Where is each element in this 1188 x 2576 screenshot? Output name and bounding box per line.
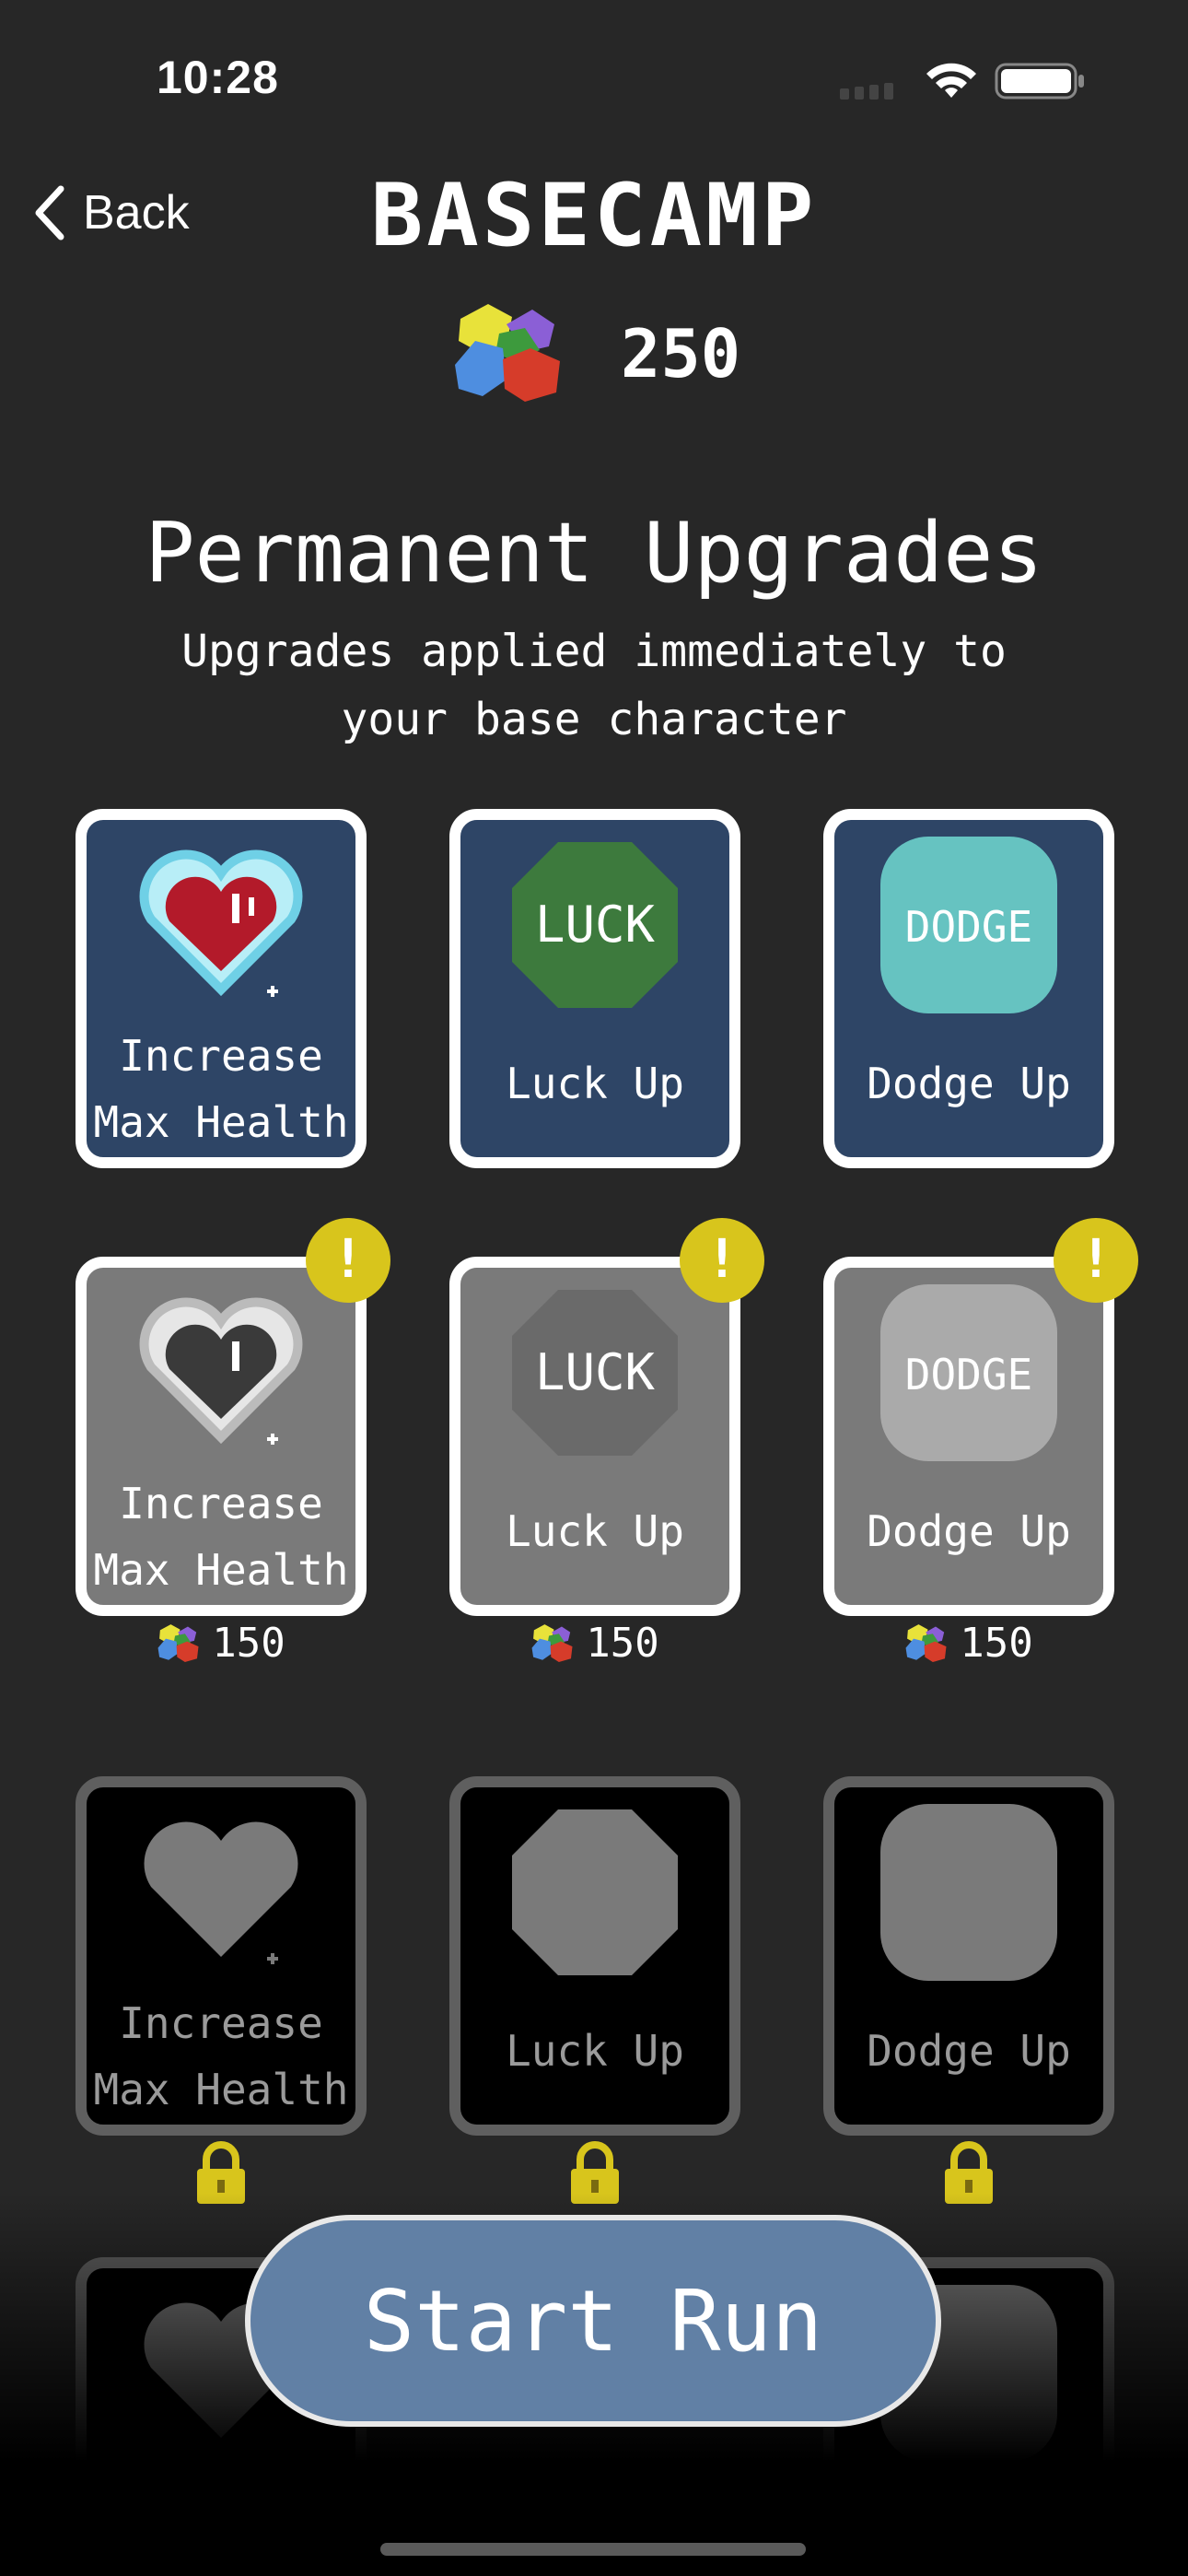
gems-icon xyxy=(157,1623,199,1662)
wifi-icon xyxy=(926,63,976,98)
heart-icon xyxy=(139,1297,303,1445)
svg-text:!: ! xyxy=(706,1227,739,1290)
luck-icon: LUCK xyxy=(512,1290,678,1456)
dodge-icon xyxy=(880,1804,1057,1981)
luck-icon xyxy=(512,1809,678,1975)
currency-value: 250 xyxy=(621,315,741,392)
card-label: Increase Max Health xyxy=(93,1998,349,2114)
card-label: Dodge Up xyxy=(867,1506,1071,1556)
heart-icon xyxy=(144,1821,298,1964)
gems-icon xyxy=(905,1623,947,1662)
home-indicator[interactable] xyxy=(380,2543,806,2556)
svg-text:!: ! xyxy=(1080,1227,1112,1290)
upgrade-card-luck-locked[interactable]: Luck Up xyxy=(449,1776,740,2136)
dodge-icon: DODGE xyxy=(880,1284,1057,1461)
alert-badge-icon: ! xyxy=(680,1218,764,1303)
card-label: Luck Up xyxy=(506,1506,684,1556)
card-label: Luck Up xyxy=(506,1059,684,1108)
page-title: BASECAMP xyxy=(370,166,818,266)
dodge-icon-text: DODGE xyxy=(905,1350,1032,1399)
alert-badge-icon: ! xyxy=(306,1218,390,1303)
status-time: 10:28 xyxy=(157,52,279,103)
status-bar: 10:28 xyxy=(0,0,1188,138)
luck-icon-text: LUCK xyxy=(535,1343,656,1401)
upgrade-card-dodge-owned[interactable]: DODGE Dodge Up xyxy=(823,809,1114,1168)
currency-display: 250 xyxy=(451,300,740,407)
card-label: Luck Up xyxy=(506,2026,684,2076)
dodge-icon-text: DODGE xyxy=(905,902,1032,952)
upgrade-card-max-health-available[interactable]: Increase Max Health xyxy=(76,1257,367,1616)
card-label: Dodge Up xyxy=(867,1059,1071,1108)
gems-icon xyxy=(531,1623,573,1662)
price-tag: 150 xyxy=(823,1620,1114,1667)
price-value: 150 xyxy=(960,1620,1033,1667)
price-value: 150 xyxy=(586,1620,659,1667)
upgrade-card-luck-owned[interactable]: LUCK Luck Up xyxy=(449,809,740,1168)
svg-text:!: ! xyxy=(332,1227,365,1290)
gems-icon xyxy=(455,304,560,402)
alert-badge-icon: ! xyxy=(1054,1218,1138,1303)
card-label: Increase Max Health xyxy=(93,1031,349,1147)
upgrade-card-max-health-locked[interactable]: Increase Max Health xyxy=(76,1776,367,2136)
upgrade-card-max-health-owned[interactable]: Increase Max Health xyxy=(76,809,367,1168)
card-label: Increase Max Health xyxy=(93,1479,349,1595)
upgrade-card-luck-available[interactable]: LUCK Luck Up xyxy=(449,1257,740,1616)
start-run-button[interactable]: Start Run xyxy=(245,2215,941,2427)
section-title: Permanent Upgrades xyxy=(145,505,1043,602)
heart-icon xyxy=(139,849,303,997)
dodge-icon: DODGE xyxy=(880,837,1057,1013)
upgrade-card-dodge-locked[interactable]: Dodge Up xyxy=(823,1776,1114,2136)
price-value: 150 xyxy=(212,1620,285,1667)
price-tag: 150 xyxy=(449,1620,740,1667)
luck-icon-text: LUCK xyxy=(535,896,656,954)
luck-icon: LUCK xyxy=(512,842,678,1008)
upgrade-card-dodge-available[interactable]: DODGE Dodge Up xyxy=(823,1257,1114,1616)
price-tag: 150 xyxy=(76,1620,367,1667)
card-label: Dodge Up xyxy=(867,2026,1071,2076)
cellular-icon xyxy=(840,83,893,100)
section-subtitle: Upgrades applied immediately to your bas… xyxy=(181,626,1007,745)
battery-icon xyxy=(995,63,1084,100)
